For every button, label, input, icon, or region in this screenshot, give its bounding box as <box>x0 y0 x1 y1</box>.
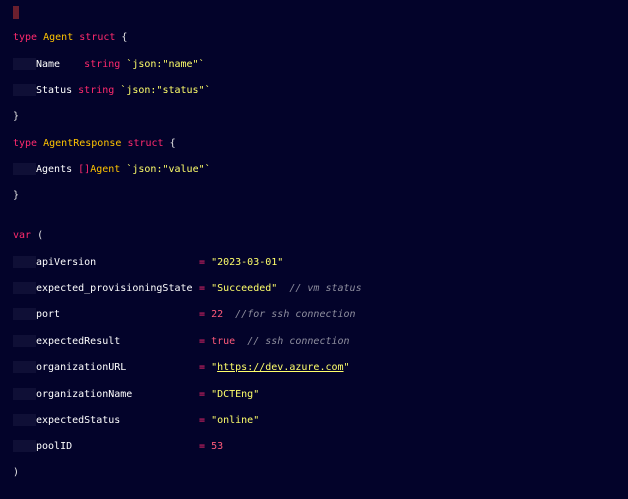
response-struct-header[interactable]: type AgentResponse struct { <box>13 137 176 151</box>
field-type: string <box>78 85 115 96</box>
agent-struct-close[interactable]: } <box>13 110 19 124</box>
assign-operator: = <box>199 389 206 400</box>
var-line-apiversion[interactable]: apiVersion = "2023-03-01" <box>13 256 283 270</box>
assign-operator: = <box>199 309 206 320</box>
field-type: Agent <box>90 164 121 175</box>
struct-name-agentresponse: AgentResponse <box>43 138 122 149</box>
assign-operator: = <box>199 362 206 373</box>
assign-operator: = <box>199 336 206 347</box>
line-comment: //for ssh connection <box>235 309 356 320</box>
keyword-var: var <box>13 230 32 241</box>
url-link[interactable]: https://dev.azure.com <box>217 362 343 373</box>
assign-operator: = <box>199 257 206 268</box>
response-struct-close[interactable]: } <box>13 189 19 203</box>
keyword-struct: struct <box>79 32 116 43</box>
var-name: organizationURL <box>36 362 127 373</box>
assign-operator: = <box>199 415 206 426</box>
field-tag: `json:"status"` <box>120 85 211 96</box>
slice-prefix: [] <box>78 164 91 175</box>
var-name: expected_provisioningState <box>36 283 193 294</box>
indent-guide <box>13 440 36 452</box>
var-name: port <box>36 309 61 320</box>
open-brace: { <box>121 32 128 43</box>
var-name: apiVersion <box>36 257 97 268</box>
close-brace: } <box>13 190 20 201</box>
response-field-agents[interactable]: Agents []Agent `json:"value"` <box>13 163 211 177</box>
indent-guide <box>13 256 36 268</box>
indent-guide <box>13 58 36 70</box>
var-line-organization-name[interactable]: organizationName = "DCTEng" <box>13 388 259 402</box>
close-paren: ) <box>13 467 20 478</box>
field-name: Agents <box>36 164 73 175</box>
indent-guide <box>13 335 36 347</box>
struct-name-agent: Agent <box>43 32 74 43</box>
agent-field-status[interactable]: Status string `json:"status"` <box>13 84 211 98</box>
agent-field-name[interactable]: Name string `json:"name"` <box>13 58 205 72</box>
text-cursor <box>13 6 19 19</box>
indent-guide <box>13 282 36 294</box>
var-name: expectedStatus <box>36 415 121 426</box>
field-tag: `json:"name"` <box>126 59 205 70</box>
assign-operator: = <box>199 283 206 294</box>
line-comment: // vm status <box>289 283 362 294</box>
var-value: "Succeeded" <box>211 283 278 294</box>
var-line-expected-status[interactable]: expectedStatus = "online" <box>13 414 259 428</box>
var-line-expected-result[interactable]: expectedResult = true // ssh connection <box>13 335 350 349</box>
var-line-provisioning-state[interactable]: expected_provisioningState = "Succeeded" … <box>13 282 362 296</box>
indent-guide <box>13 163 36 175</box>
var-name: organizationName <box>36 389 133 400</box>
indent-guide <box>13 388 36 400</box>
var-name: expectedResult <box>36 336 121 347</box>
field-tag: `json:"value"` <box>126 164 211 175</box>
assign-operator: = <box>199 441 206 452</box>
var-block-close[interactable]: ) <box>13 466 19 480</box>
var-value: 22 <box>211 309 224 320</box>
indent-guide <box>13 414 36 426</box>
var-line-pool-id[interactable]: poolID = 53 <box>13 440 223 454</box>
var-value: "2023-03-01" <box>211 257 284 268</box>
var-value: "online" <box>211 415 260 426</box>
keyword-type: type <box>13 32 38 43</box>
indent-guide <box>13 308 36 320</box>
var-line-organization-url[interactable]: organizationURL = "https://dev.azure.com" <box>13 361 350 375</box>
indent-guide <box>13 84 36 96</box>
line-comment: // ssh connection <box>247 336 350 347</box>
quote-close: " <box>343 362 350 373</box>
open-paren: ( <box>37 230 44 241</box>
field-name: Name <box>36 59 73 70</box>
var-value: "DCTEng" <box>211 389 260 400</box>
keyword-type: type <box>13 138 38 149</box>
indent-guide <box>13 361 36 373</box>
close-brace: } <box>13 111 20 122</box>
field-name: Status <box>36 85 73 96</box>
var-value: true <box>211 336 236 347</box>
agent-struct-header[interactable]: type Agent struct { <box>13 31 127 45</box>
field-type: string <box>84 59 121 70</box>
var-line-port[interactable]: port = 22 //for ssh connection <box>13 308 356 322</box>
open-brace: { <box>169 138 176 149</box>
keyword-struct: struct <box>127 138 164 149</box>
var-block-header[interactable]: var ( <box>13 229 43 243</box>
var-value: 53 <box>211 441 224 452</box>
var-name: poolID <box>36 441 73 452</box>
